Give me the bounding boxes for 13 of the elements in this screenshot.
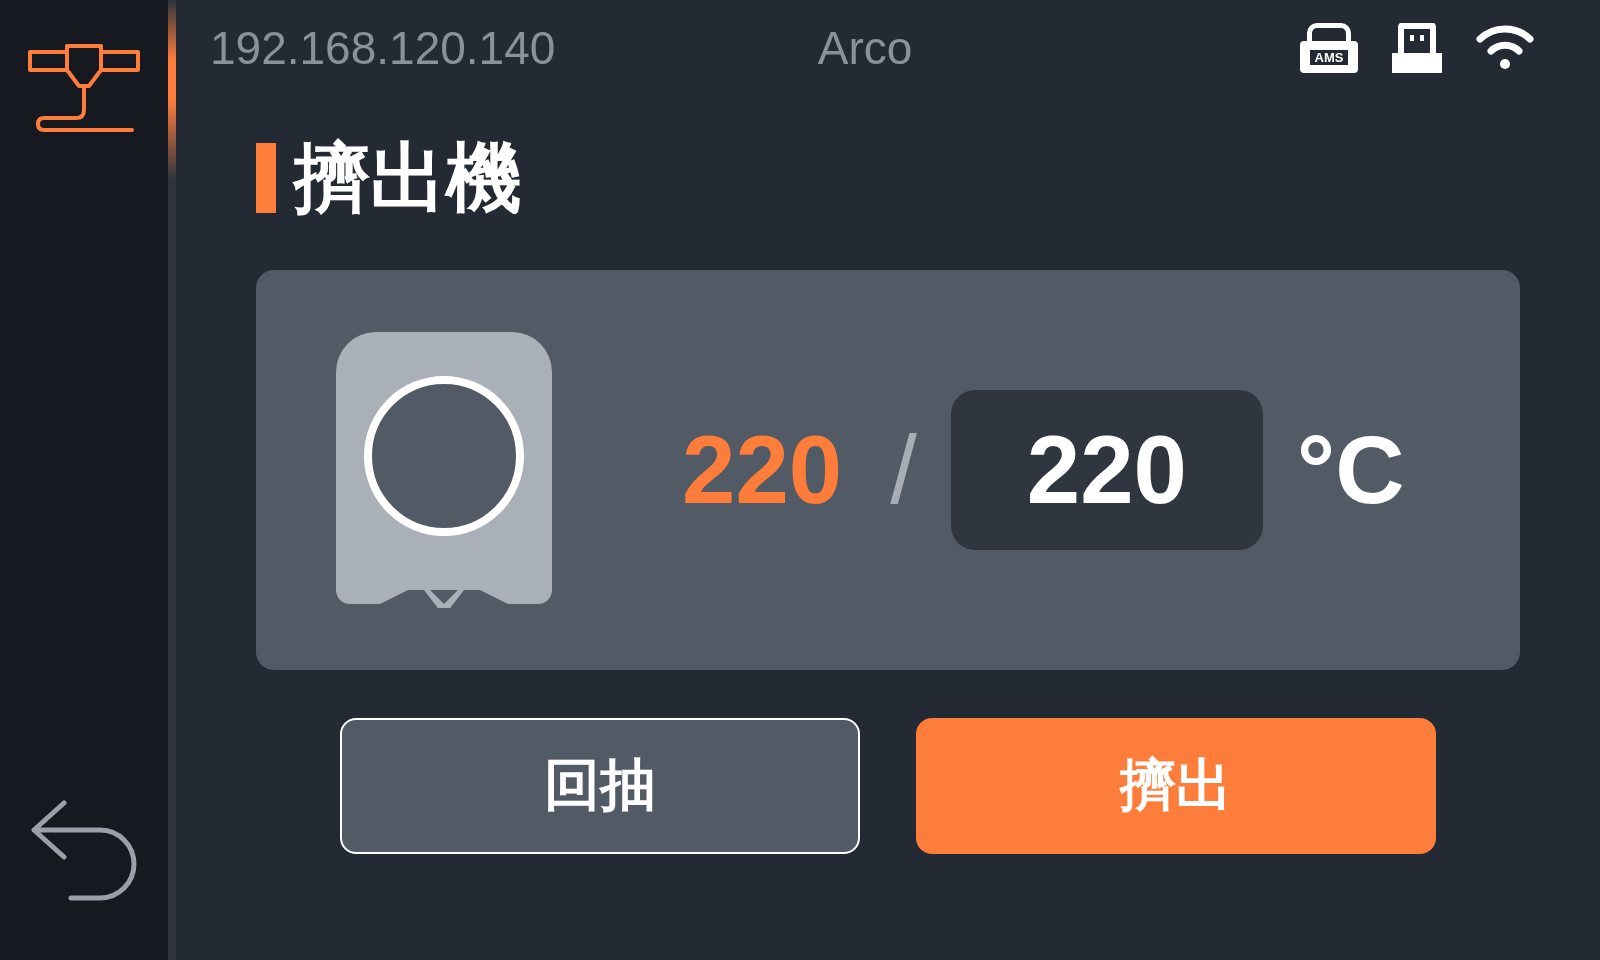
nozzle-icon [336, 332, 552, 608]
page-title: 擠出機 [294, 140, 522, 216]
title-accent [256, 143, 276, 213]
current-temperature: 220 [682, 415, 843, 525]
wifi-icon [1476, 25, 1534, 71]
ams-label: AMS [1309, 49, 1349, 65]
target-temperature-field[interactable]: 220 [950, 390, 1263, 550]
ip-address: 192.168.120.140 [210, 22, 556, 74]
retract-button[interactable]: 回抽 [340, 718, 860, 854]
separator: / [890, 415, 917, 525]
usb-icon [1392, 23, 1442, 73]
temperature-unit: °C [1296, 415, 1405, 525]
printer-name: Arco [817, 21, 913, 75]
